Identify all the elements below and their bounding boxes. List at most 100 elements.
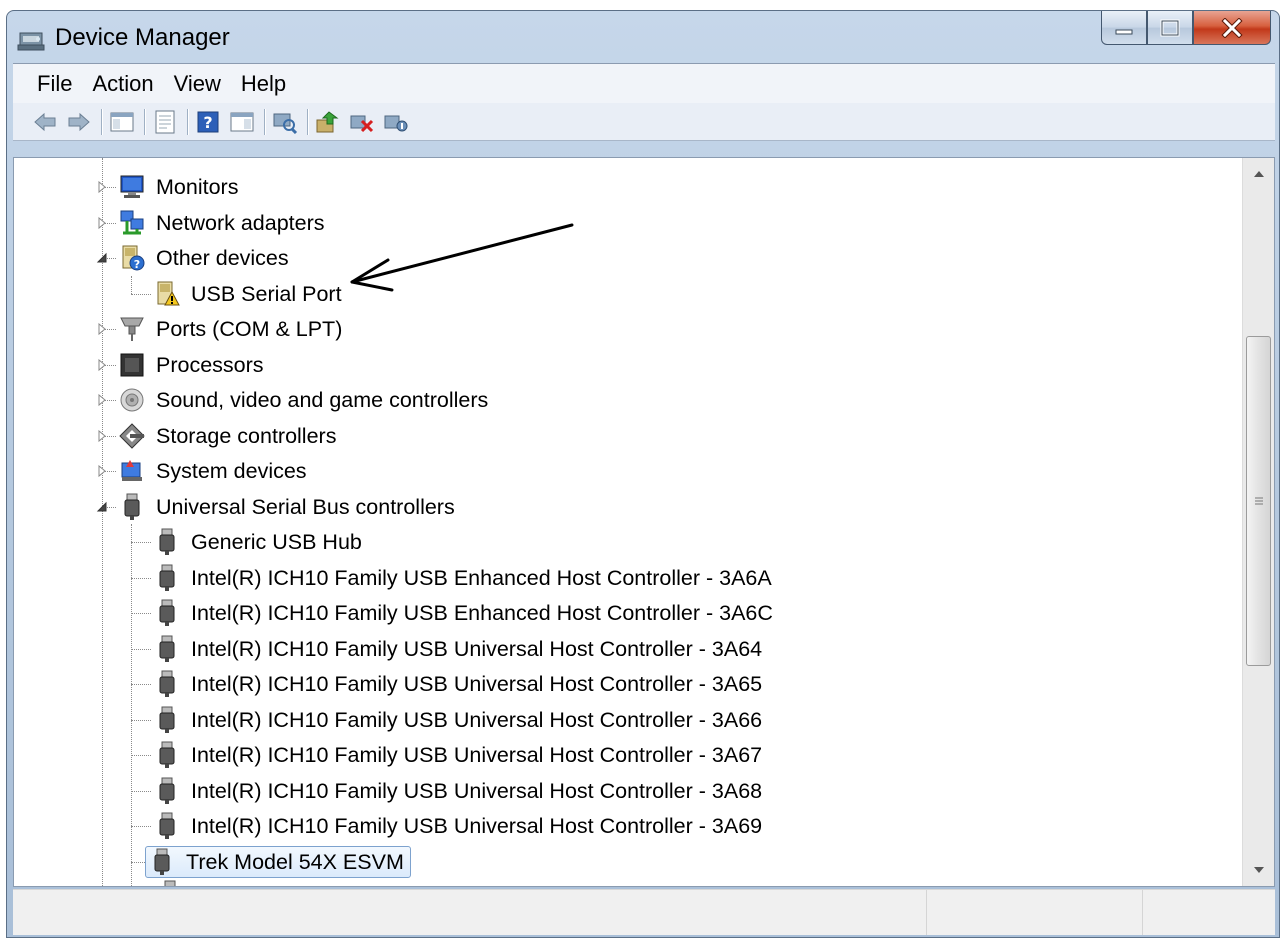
processor-icon (120, 353, 144, 377)
maximize-button[interactable] (1147, 11, 1193, 45)
tree-connector (131, 720, 151, 721)
window-title: Device Manager (55, 24, 230, 51)
toolbar-separator (307, 108, 308, 135)
tree-item-network-adapters[interactable]: Network adapters (118, 207, 325, 239)
tree-item-label: Monitors (156, 174, 239, 199)
scan-hardware-icon (273, 113, 298, 134)
help-button[interactable]: ? (194, 108, 222, 136)
tree-item-usb-device[interactable]: Intel(R) ICH10 Family USB Universal Host… (153, 668, 762, 700)
vertical-scrollbar[interactable] (1242, 158, 1274, 886)
tree-connector (131, 755, 151, 756)
scroll-up-button[interactable] (1243, 158, 1274, 190)
scan-hardware-button[interactable] (271, 108, 299, 136)
scrollbar-thumb[interactable] (1246, 336, 1271, 666)
tree-item-label: Intel(R) ICH10 Family USB Universal Host… (191, 742, 763, 767)
tree-item-label: Intel(R) ICH10 Family USB Enhanced Host … (191, 600, 773, 625)
toolbar-separator (144, 108, 145, 135)
status-cell-main (13, 890, 927, 935)
tree-item-label: Intel(R) ICH10 Family USB Universal Host… (191, 671, 763, 696)
usb-connector-icon (124, 493, 140, 520)
action-pane-button[interactable] (228, 108, 256, 136)
menu-help[interactable]: Help (231, 67, 296, 101)
tree-item-label: Intel(R) ICH10 Family USB Universal Host… (191, 707, 763, 732)
caption-buttons (1101, 11, 1271, 45)
uninstall-button[interactable] (348, 108, 376, 136)
usb-connector-icon (164, 880, 176, 886)
tree-item-usb-device[interactable]: Intel(R) ICH10 Family USB Universal Host… (153, 704, 762, 736)
device-tree[interactable]: Monitors Network adapters ? Other device… (13, 157, 1275, 887)
disable-device-button[interactable] (382, 108, 410, 136)
toolbar-separator (187, 108, 188, 135)
tree-item-monitors[interactable]: Monitors (118, 171, 238, 203)
expand-arrow-icon[interactable] (95, 429, 109, 443)
tree-item-label: Universal Serial Bus controllers (156, 494, 455, 519)
minimize-button[interactable] (1101, 11, 1147, 45)
svg-text:?: ? (134, 258, 140, 271)
tree-connector (131, 542, 151, 543)
toolbar-separator (101, 108, 102, 135)
show-hide-console-tree-button[interactable] (108, 108, 136, 136)
scroll-down-arrow-icon (1254, 867, 1264, 873)
expand-arrow-icon[interactable] (95, 216, 109, 230)
expand-arrow-icon[interactable] (95, 322, 109, 336)
expand-arrow-icon[interactable] (95, 180, 109, 194)
action-pane-icon (230, 112, 254, 131)
tree-connector (131, 826, 151, 827)
svg-text:?: ? (203, 113, 212, 132)
tree-item-usb-device[interactable]: Generic USB Hub (153, 526, 362, 558)
expand-arrow-icon[interactable] (95, 464, 109, 478)
properties-icon (155, 110, 175, 133)
tree-item-label: Intel(R) ICH10 Family USB Enhanced Host … (191, 565, 772, 590)
tree-item-usb-device[interactable]: Intel(R) ICH10 Family USB Enhanced Host … (153, 597, 773, 629)
update-driver-button[interactable] (314, 108, 342, 136)
menu-action[interactable]: Action (82, 67, 163, 101)
collapse-arrow-icon[interactable] (95, 500, 109, 514)
tree-item-usb-device[interactable]: Intel(R) ICH10 Family USB Universal Host… (153, 775, 762, 807)
unknown-device-icon: ? (122, 245, 145, 271)
tree-item-label: USB Serial Port (191, 281, 342, 306)
tree-item-usb-device[interactable]: Intel(R) ICH10 Family USB Universal Host… (153, 810, 762, 842)
collapse-arrow-icon[interactable] (95, 251, 109, 265)
back-button[interactable] (31, 108, 59, 136)
storage-controller-icon (119, 423, 145, 449)
usb-connector-icon (159, 635, 175, 662)
show-hide-console-tree-icon (110, 112, 134, 131)
usb-connector-icon (159, 741, 175, 768)
expand-arrow-icon[interactable] (95, 393, 109, 407)
forward-button[interactable] (65, 108, 93, 136)
expand-arrow-icon[interactable] (95, 358, 109, 372)
tree-item-label: Sound, video and game controllers (156, 387, 489, 412)
tree-item-usb-device[interactable]: Intel(R) ICH10 Family USB Universal Host… (153, 739, 762, 771)
monitor-icon (120, 175, 144, 198)
tree-connector (131, 276, 132, 294)
tree-connector (131, 578, 151, 579)
menu-view[interactable]: View (164, 67, 231, 101)
tree-item-sound-video-game[interactable]: Sound, video and game controllers (118, 384, 488, 416)
tree-item-label: Trek Model 54X ESVM (186, 849, 404, 874)
tree-item-storage-controllers[interactable]: Storage controllers (118, 420, 336, 452)
menu-file[interactable]: File (33, 67, 82, 101)
tree-item-usb-device[interactable]: Intel(R) ICH10 Family USB Enhanced Host … (153, 562, 772, 594)
port-icon (120, 317, 144, 341)
menu-bar: File Action View Help (13, 63, 1275, 103)
tree-item-usb-serial-port[interactable]: USB Serial Port (153, 278, 342, 310)
status-cell-secondary (927, 890, 1143, 935)
close-button[interactable] (1193, 11, 1271, 45)
properties-button[interactable] (151, 108, 179, 136)
status-cell-tertiary (1143, 890, 1275, 935)
usb-connector-icon (159, 564, 175, 591)
title-bar[interactable]: Device Manager (7, 11, 1279, 63)
system-devices-icon (121, 460, 142, 481)
uninstall-icon (350, 115, 374, 132)
tree-item-usb-device-selected[interactable]: Trek Model 54X ESVM (145, 846, 411, 878)
tree-item-processors[interactable]: Processors (118, 349, 264, 381)
scroll-up-arrow-icon (1254, 171, 1264, 177)
scroll-down-button[interactable] (1243, 854, 1274, 886)
tree-connector (131, 684, 151, 685)
tree-item-system-devices[interactable]: System devices (118, 455, 307, 487)
tree-item-usb-device[interactable]: Intel(R) ICH10 Family USB Universal Host… (153, 633, 762, 665)
tree-item-usb-controllers[interactable]: Universal Serial Bus controllers (118, 491, 455, 523)
status-bar (13, 889, 1275, 935)
tree-item-ports[interactable]: Ports (COM & LPT) (118, 313, 342, 345)
tree-item-other-devices[interactable]: ? Other devices (118, 242, 289, 274)
